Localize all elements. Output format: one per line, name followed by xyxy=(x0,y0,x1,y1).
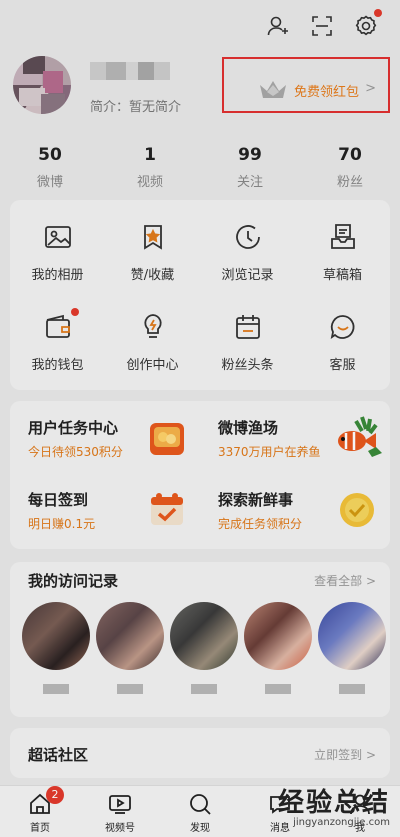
lightbulb-icon xyxy=(138,312,168,342)
visited-user-avatar[interactable] xyxy=(318,602,386,670)
fish-icon xyxy=(334,413,384,459)
stat-label: 粉丝 xyxy=(336,175,363,190)
wallet-icon xyxy=(43,308,79,342)
visited-user-name-blurred xyxy=(43,684,69,694)
visited-user-name-blurred xyxy=(117,684,143,694)
nickname-blurred xyxy=(90,62,170,80)
stat-value: 1 xyxy=(144,145,156,165)
stat-label: 微博 xyxy=(36,175,63,190)
scan-icon[interactable] xyxy=(310,14,334,38)
star-bookmark-icon xyxy=(138,222,168,252)
grid-item-label: 浏览记录 xyxy=(221,268,274,283)
watermark-title: 经验总结 xyxy=(277,788,390,818)
settings-icon[interactable] xyxy=(354,9,382,38)
task-title: 微博渔场 xyxy=(218,419,279,437)
task-subtitle: 今日待领530积分 xyxy=(28,445,123,459)
visited-user-avatar[interactable] xyxy=(244,602,312,670)
task-explore-news[interactable]: 探索新鲜事 完成任务领积分 xyxy=(200,475,390,545)
clock-icon xyxy=(233,222,263,252)
grid-item-history[interactable]: 浏览记录 xyxy=(200,222,295,283)
super-topic-title: 超话社区 xyxy=(28,746,89,764)
grid-item-drafts[interactable]: 草稿箱 xyxy=(295,222,390,283)
super-topic-card: 超话社区 立即签到 > xyxy=(10,728,390,778)
task-subtitle: 3370万用户在养鱼 xyxy=(218,445,321,459)
visit-history-card: 我的访问记录 查看全部 > xyxy=(10,562,390,717)
task-subtitle: 明日赚0.1元 xyxy=(28,517,96,531)
task-weibo-fishery[interactable]: 微博渔场 3370万用户在养鱼 xyxy=(200,403,390,473)
site-watermark: 经验总结 jingyanzongjie.com xyxy=(278,782,390,828)
avatar[interactable] xyxy=(13,56,71,114)
view-all-link[interactable]: 查看全部 > xyxy=(314,572,376,589)
visited-user-name-blurred xyxy=(339,684,365,694)
visited-user-name-blurred xyxy=(265,684,291,694)
tab-label: 发现 xyxy=(190,823,210,834)
stat-videos[interactable]: 1 视频 xyxy=(100,145,200,190)
task-title: 每日签到 xyxy=(28,491,89,509)
top-actions xyxy=(266,9,382,38)
smile-chat-icon xyxy=(328,312,358,342)
calendar-check-icon xyxy=(146,489,188,531)
video-icon xyxy=(108,792,132,816)
wallet-notification-dot xyxy=(70,308,79,316)
grid-item-label: 我的相册 xyxy=(31,268,84,283)
grid-item-fans-headline[interactable]: 粉丝头条 xyxy=(200,312,295,373)
inbox-icon xyxy=(328,222,358,252)
tab-discover[interactable]: 发现 xyxy=(170,792,230,834)
home-icon: 2 xyxy=(28,786,64,816)
stat-followers[interactable]: 70 粉丝 xyxy=(300,145,400,190)
grid-item-label: 赞/收藏 xyxy=(130,268,175,283)
settings-notification-dot xyxy=(374,9,382,17)
watermark-url: jingyanzongjie.com xyxy=(293,817,390,828)
checkin-now-link[interactable]: 立即签到 > xyxy=(314,746,376,763)
tab-label: 视频号 xyxy=(105,823,135,834)
red-packet-label: 免费领红包 xyxy=(294,85,360,100)
home-unread-badge: 2 xyxy=(46,786,64,804)
grid-item-customer-service[interactable]: 客服 xyxy=(295,312,390,373)
calendar-icon xyxy=(233,312,263,342)
stat-label: 视频 xyxy=(136,175,163,190)
tasks-card: 用户任务中心 今日待领530积分 微博渔场 3370万用户在养鱼 每日签到 明日… xyxy=(10,401,390,549)
visit-history-title: 我的访问记录 xyxy=(28,572,119,590)
stat-weibo[interactable]: 50 微博 xyxy=(0,145,100,190)
grid-item-label: 草稿箱 xyxy=(322,268,362,283)
grid-item-likes[interactable]: 赞/收藏 xyxy=(105,222,200,283)
visited-user-avatar[interactable] xyxy=(22,602,90,670)
stat-label: 关注 xyxy=(236,175,263,190)
visited-user-name-blurred xyxy=(191,684,217,694)
coin-box-icon xyxy=(146,417,188,459)
profile-stats: 50 微博 1 视频 99 关注 70 粉丝 xyxy=(0,145,400,190)
grid-item-creator-center[interactable]: 创作中心 xyxy=(105,312,200,373)
grid-item-label: 我的钱包 xyxy=(31,358,84,373)
profile-bio: 简介：暂无简介 xyxy=(90,100,182,115)
tab-home[interactable]: 2 首页 xyxy=(10,786,70,834)
stat-value: 99 xyxy=(238,145,262,165)
visited-user-avatar[interactable] xyxy=(96,602,164,670)
stat-value: 50 xyxy=(38,145,62,165)
crown-icon xyxy=(258,79,288,99)
image-icon xyxy=(43,222,73,252)
feature-grid-card: 我的相册 赞/收藏 浏览记录 草稿箱 我的钱包 创作中心 粉丝头条 客服 xyxy=(10,200,390,390)
stat-following[interactable]: 99 关注 xyxy=(200,145,300,190)
add-friend-icon[interactable] xyxy=(266,14,290,38)
chevron-right-icon: > xyxy=(365,81,376,96)
task-title: 用户任务中心 xyxy=(28,419,119,437)
grid-item-wallet[interactable]: 我的钱包 xyxy=(10,308,105,373)
task-daily-checkin[interactable]: 每日签到 明日赚0.1元 xyxy=(10,475,200,545)
tab-video[interactable]: 视频号 xyxy=(90,792,150,834)
tab-label: 首页 xyxy=(30,823,50,834)
task-subtitle: 完成任务领积分 xyxy=(218,517,303,531)
gold-check-icon xyxy=(336,489,378,531)
visited-user-avatar[interactable] xyxy=(170,602,238,670)
grid-item-label: 客服 xyxy=(329,358,356,373)
grid-item-album[interactable]: 我的相册 xyxy=(10,222,105,283)
task-user-center[interactable]: 用户任务中心 今日待领530积分 xyxy=(10,403,200,473)
task-title: 探索新鲜事 xyxy=(218,491,294,509)
search-icon xyxy=(188,792,212,816)
free-red-packet-banner[interactable]: 免费领红包 > xyxy=(222,57,390,113)
grid-item-label: 粉丝头条 xyxy=(221,358,274,373)
stat-value: 70 xyxy=(338,145,362,165)
grid-item-label: 创作中心 xyxy=(126,358,179,373)
